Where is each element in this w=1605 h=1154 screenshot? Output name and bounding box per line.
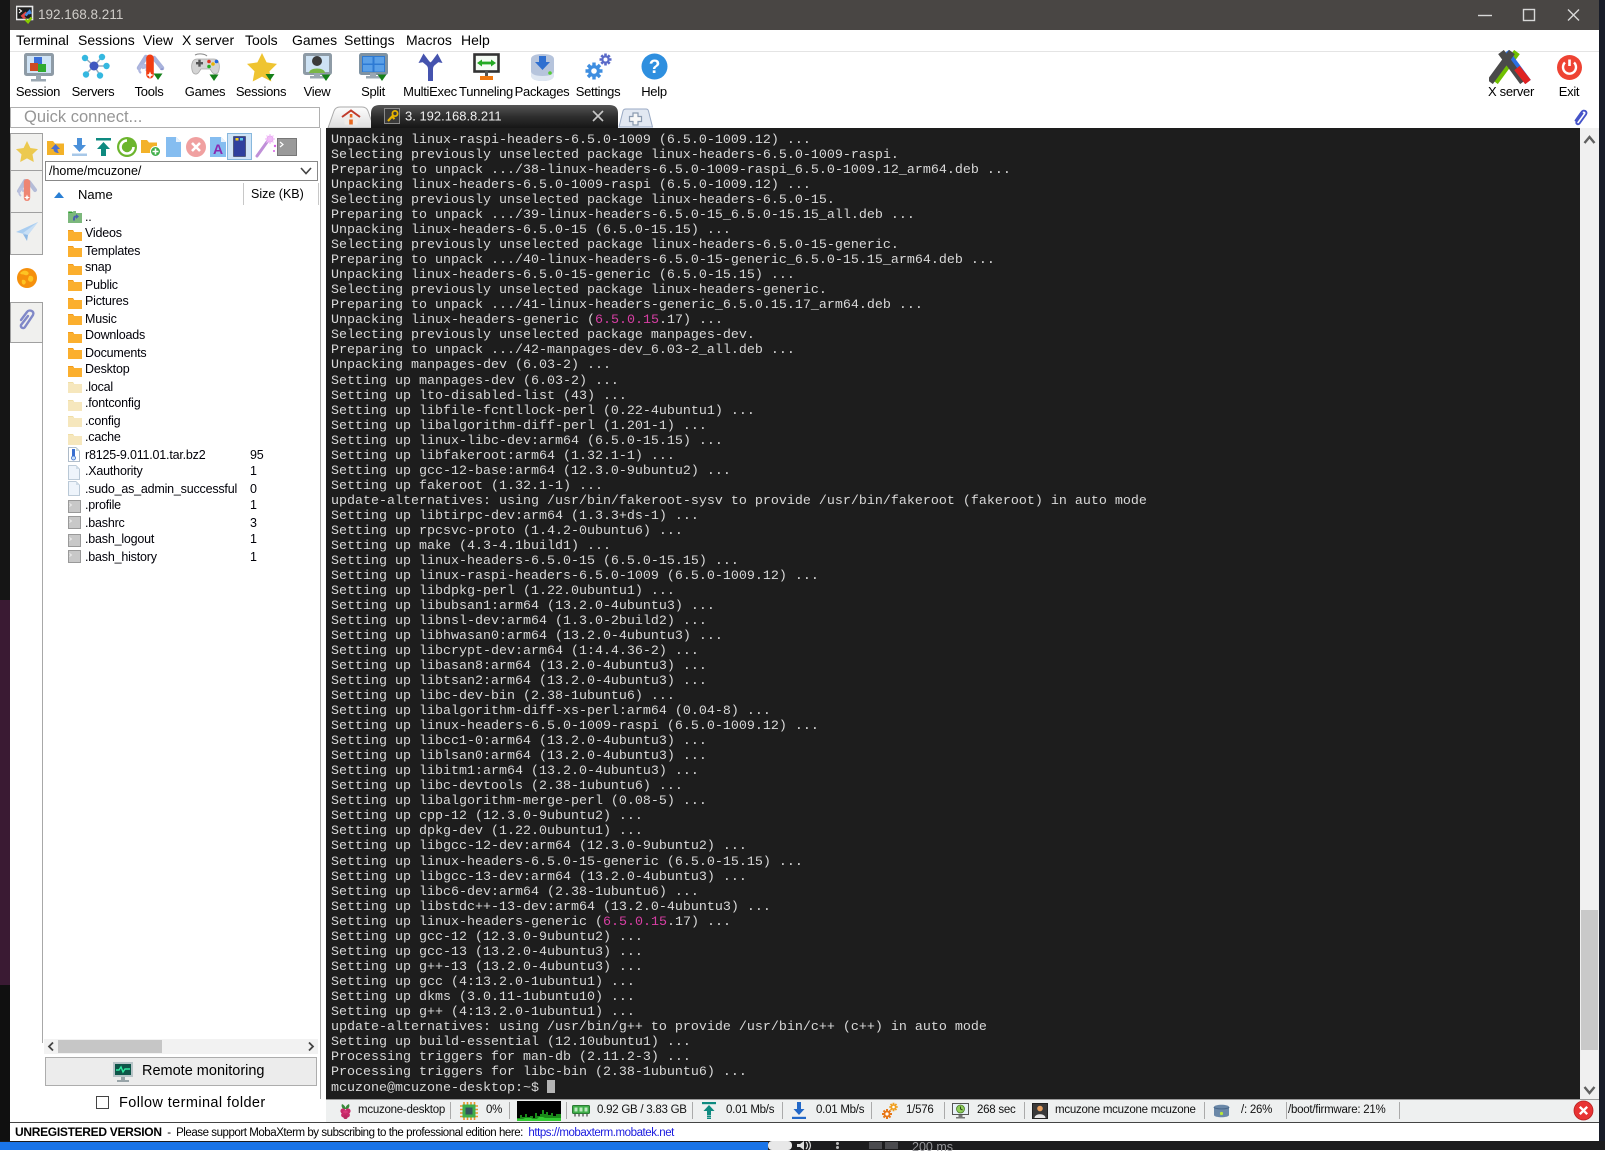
svg-text:?: ? — [649, 57, 661, 78]
svg-text:A: A — [213, 141, 223, 157]
svg-text:3. 192.168.8.211: 3. 192.168.8.211 — [405, 109, 502, 124]
